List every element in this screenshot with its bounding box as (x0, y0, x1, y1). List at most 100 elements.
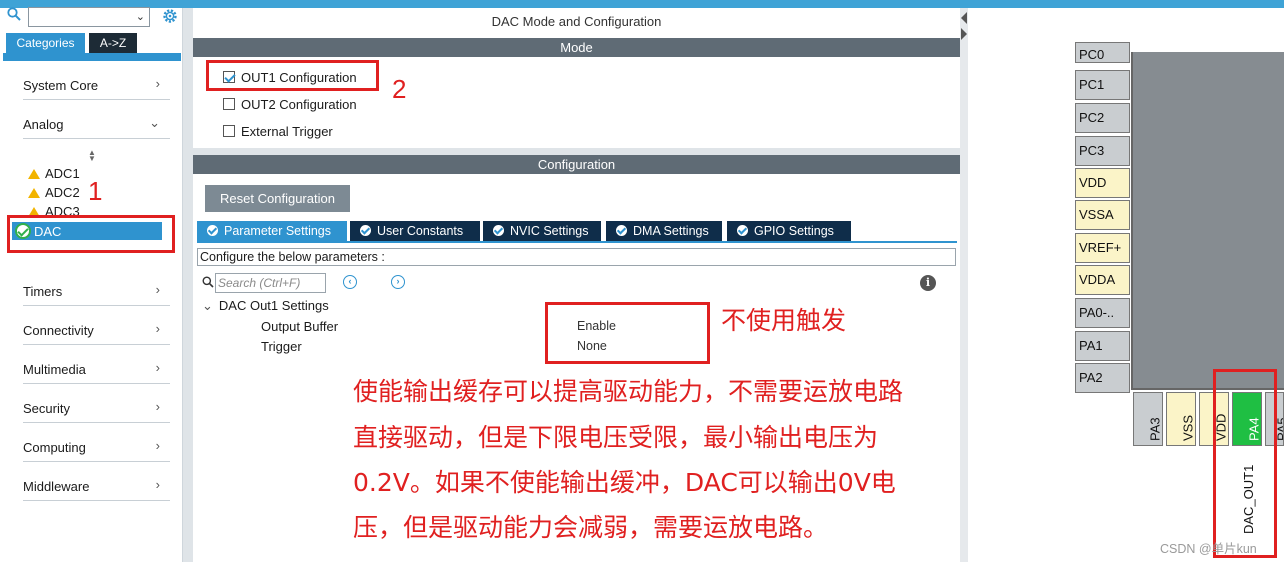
annotation-note-line-1: 使能输出缓存可以提高驱动能力，不需要运放电路 (353, 377, 904, 406)
reset-configuration-button[interactable]: Reset Configuration (205, 185, 350, 212)
tab-user-constants[interactable]: User Constants (350, 221, 480, 241)
search-icon[interactable] (7, 7, 21, 21)
annotation-note-line-3: 0.2V。如果不使能输出缓冲，DAC可以输出0V电 (353, 468, 896, 497)
next-match-icon[interactable]: › (391, 275, 405, 289)
warning-icon (28, 169, 40, 179)
search-combo[interactable]: ⌄ (28, 7, 150, 27)
settings-tabs: Parameter Settings User Constants NVIC S… (197, 221, 957, 241)
warning-icon (28, 188, 40, 198)
pin-pc3[interactable]: PC3 (1075, 136, 1130, 166)
panel-title: DAC Mode and Configuration (491, 14, 662, 29)
chevron-right-icon: › (155, 321, 160, 336)
checkbox-label: OUT2 Configuration (241, 97, 357, 112)
pin-pa2[interactable]: PA2 (1075, 363, 1130, 393)
annotation-note-line-2: 直接驱动，但是下限电压受限，最小输出电压为 (353, 423, 879, 452)
category-search-row: ⌄ (3, 5, 183, 27)
check-icon (207, 225, 218, 236)
checkbox-icon[interactable] (223, 98, 235, 110)
peripheral-adc2[interactable]: ADC2 (28, 185, 80, 200)
check-icon (493, 225, 504, 236)
chevron-right-icon: › (155, 76, 160, 91)
category-label: Computing (23, 440, 86, 455)
category-computing[interactable]: Computing › (23, 434, 170, 462)
tab-dma-settings[interactable]: DMA Settings (606, 221, 722, 241)
collapse-right-icon[interactable] (961, 28, 967, 40)
pin-vdd[interactable]: VDD (1075, 168, 1130, 198)
mode-configuration-panel: DAC Mode and Configuration Mode OUT1 Con… (193, 8, 960, 562)
tab-categories[interactable]: Categories (6, 33, 85, 53)
previous-match-icon[interactable]: ‹ (343, 275, 357, 289)
tab-label: Parameter Settings (224, 224, 331, 238)
annotation-trigger-note: 不使用触发 (721, 306, 847, 335)
annotation-box-out1 (206, 60, 379, 91)
top-accent-bar (0, 0, 1284, 8)
annotation-note-line-4: 压，但是驱动能力会减弱，需要运放电路。 (353, 513, 829, 542)
group-label: DAC Out1 Settings (218, 298, 329, 313)
pin-vref-plus[interactable]: VREF+ (1075, 233, 1130, 263)
category-middleware[interactable]: Middleware › (23, 473, 170, 501)
tab-underline (3, 53, 181, 61)
annotation-number-1: 1 (88, 176, 103, 206)
group-dac-out1-settings[interactable]: ⌄ DAC Out1 Settings (202, 298, 329, 314)
check-icon (737, 225, 748, 236)
checkbox-icon[interactable] (223, 125, 235, 137)
info-icon[interactable]: i (920, 275, 936, 291)
tab-nvic-settings[interactable]: NVIC Settings (483, 221, 601, 241)
category-multimedia[interactable]: Multimedia › (23, 356, 170, 384)
panel-gutter (183, 8, 193, 562)
chevron-right-icon: › (155, 360, 160, 375)
peripheral-adc1[interactable]: ADC1 (28, 166, 80, 181)
checkbox-external-trigger[interactable]: External Trigger (223, 124, 333, 139)
pin-vdda[interactable]: VDDA (1075, 265, 1130, 295)
chevron-down-icon: ⌄ (149, 115, 160, 130)
section-gap (193, 148, 960, 155)
chevron-down-icon[interactable]: ⌄ (202, 298, 213, 313)
category-label: Timers (23, 284, 63, 299)
tab-label: GPIO Settings (754, 224, 834, 238)
parameter-search-input[interactable]: Search (Ctrl+F) (215, 273, 326, 293)
mode-header: Mode (193, 38, 960, 57)
gear-icon[interactable] (161, 7, 179, 25)
pin-pa0[interactable]: PA0-.. (1075, 298, 1130, 328)
tab-a-to-z[interactable]: A->Z (89, 33, 137, 53)
category-analog[interactable]: Analog ⌄ (23, 111, 170, 139)
chevron-right-icon: › (155, 399, 160, 414)
category-timers[interactable]: Timers › (23, 278, 170, 306)
peripheral-label: ADC2 (45, 185, 80, 200)
checkbox-label: External Trigger (241, 124, 333, 139)
category-label: Multimedia (23, 362, 86, 377)
chevron-right-icon: › (155, 438, 160, 453)
category-connectivity[interactable]: Connectivity › (23, 317, 170, 345)
tab-label: NVIC Settings (510, 224, 589, 238)
chevron-right-icon: › (155, 282, 160, 297)
tab-parameter-settings[interactable]: Parameter Settings (197, 221, 347, 241)
tab-label: DMA Settings (633, 224, 709, 238)
configure-hint: Configure the below parameters : (197, 248, 956, 266)
pin-pa3[interactable]: PA3 (1133, 392, 1163, 446)
sort-icon[interactable]: ▲ ▼ (88, 149, 96, 163)
collapse-left-icon[interactable] (961, 12, 967, 24)
tab-gpio-settings[interactable]: GPIO Settings (727, 221, 851, 241)
annotation-box-pa4 (1213, 369, 1277, 558)
configuration-header: Configuration (193, 155, 960, 174)
watermark: CSDN @单片kun (1160, 542, 1257, 556)
pin-label: VSS (1180, 414, 1196, 441)
panel-splitter[interactable] (960, 8, 968, 562)
pin-vssa[interactable]: VSSA (1075, 200, 1130, 230)
pin-pc2[interactable]: PC2 (1075, 103, 1130, 133)
pin-vss[interactable]: VSS (1166, 392, 1196, 446)
tabs-underline (197, 241, 957, 243)
pin-pc0[interactable]: PC0 (1075, 42, 1130, 63)
checkbox-out2[interactable]: OUT2 Configuration (223, 97, 357, 112)
category-system-core[interactable]: System Core › (23, 72, 170, 100)
category-security[interactable]: Security › (23, 395, 170, 423)
category-label: Connectivity (23, 323, 94, 338)
pin-pa1[interactable]: PA1 (1075, 331, 1130, 361)
pin-pc1[interactable]: PC1 (1075, 70, 1130, 100)
annotation-number-2: 2 (392, 74, 407, 104)
peripheral-label: ADC1 (45, 166, 80, 181)
chevron-down-icon[interactable]: ⌄ (136, 10, 145, 23)
param-name-output-buffer: Output Buffer (261, 319, 339, 334)
annotation-box-dac (7, 215, 175, 253)
category-label: Middleware (23, 479, 90, 494)
